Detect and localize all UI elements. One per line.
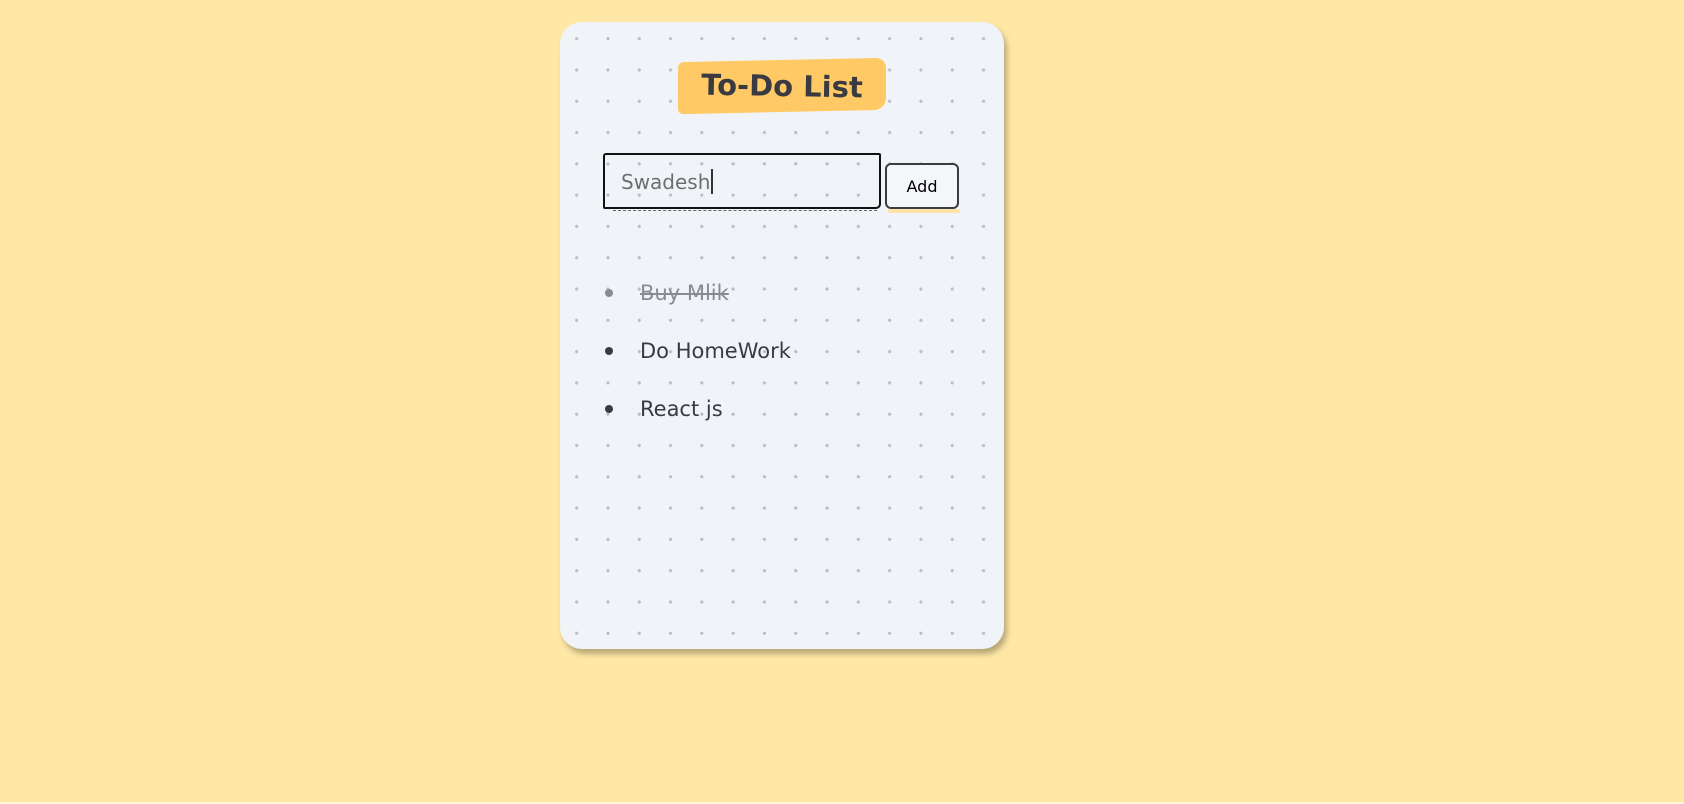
task-label: Buy Mlik [640,281,729,305]
bullet-icon [605,289,613,297]
task-input[interactable]: Swadesh [603,153,881,211]
bullet-icon [605,347,613,355]
todo-card: To-Do List Swadesh Add Buy Mlik Do HomeW… [560,22,1004,649]
bullet-icon [605,405,613,413]
list-item[interactable]: Buy Mlik [600,278,960,308]
page-title: To-Do List [700,67,864,105]
task-label: React js [640,397,723,421]
add-button[interactable]: Add [885,163,959,209]
list-item[interactable]: React js [600,394,960,424]
task-input-text: Swadesh [621,155,714,207]
task-input-value: Swadesh [621,170,711,194]
add-button-underline [888,209,960,213]
list-item[interactable]: Do HomeWork [600,336,960,366]
text-caret [711,169,714,194]
title-banner: To-Do List [678,57,886,115]
task-label: Do HomeWork [640,339,791,363]
